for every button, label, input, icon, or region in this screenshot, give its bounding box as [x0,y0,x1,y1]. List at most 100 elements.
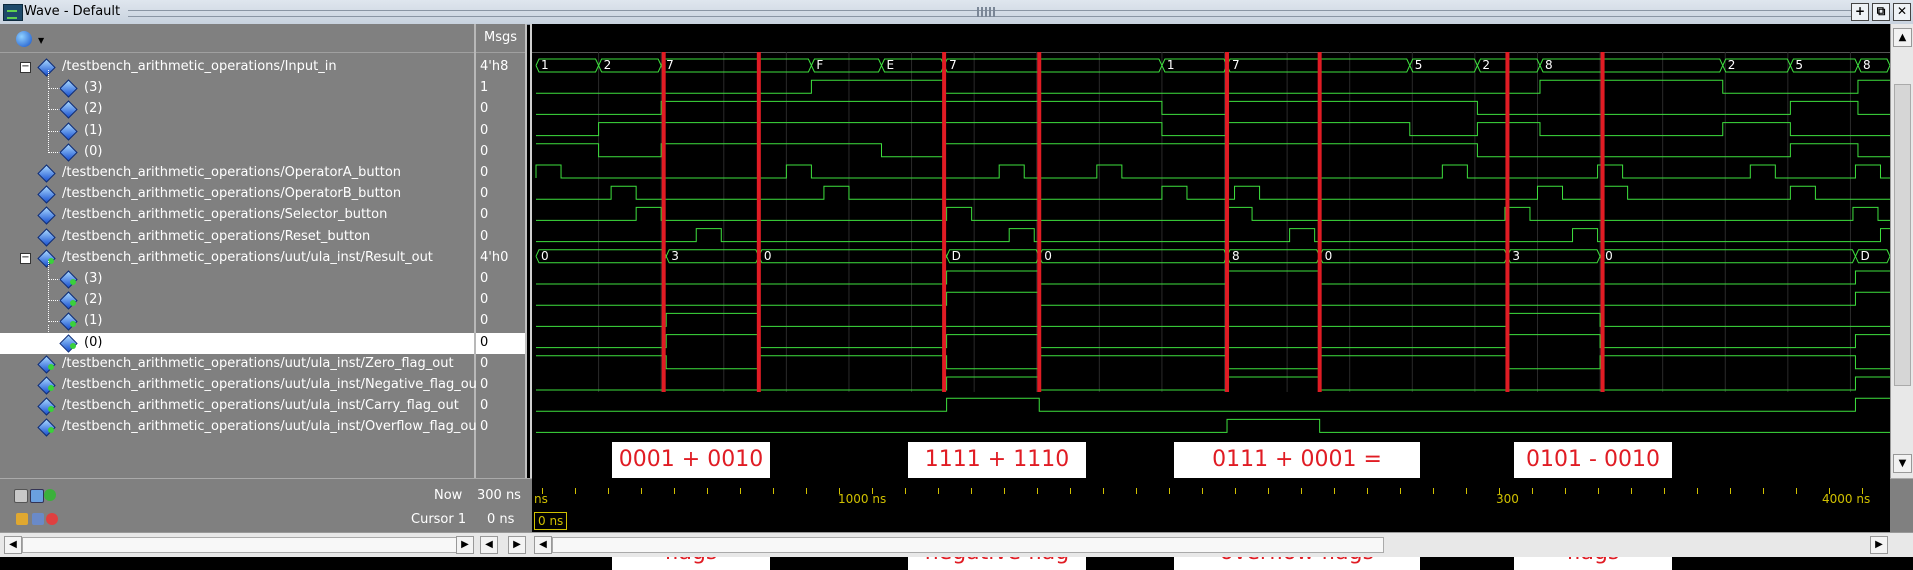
signal-row[interactable]: (2) [0,282,474,311]
collapse-icon[interactable]: − [20,62,31,73]
collapse-icon[interactable]: − [20,252,31,264]
names-scroll-left-icon[interactable]: ◀ [4,536,22,554]
result-out-bus-segment [535,249,667,264]
signal-name: /testbench_arithmetic_operations/Operato… [62,186,402,202]
values-scroll-left-icon[interactable]: ◀ [480,536,498,554]
axis-tick [1730,488,1731,494]
time-axis[interactable]: ns 1000 ns 300 4000 ns [532,478,1890,510]
signal-value-row[interactable]: 0 [476,184,525,205]
signal-row[interactable]: (0) [0,133,474,163]
signal-value-row[interactable]: 0 [476,269,525,290]
signal-diamond-icon [37,206,56,226]
signal-value: 0 [480,377,489,392]
signal-row[interactable]: /testbench_arithmetic_operations/Operato… [0,163,474,184]
tree-line [48,303,49,323]
signal-row[interactable]: − /testbench_arithmetic_operations/uut/ul… [0,248,474,269]
signal-value: 0 [480,143,489,159]
signal-row[interactable]: /testbench_arithmetic_operations/uut/ula… [0,396,474,417]
signal-row[interactable]: /testbench_arithmetic_operations/uut/ula… [0,354,474,375]
signal-row[interactable]: (2) [0,91,474,120]
signal-value-row[interactable]: 0 [476,121,525,142]
names-scroll-thumb[interactable] [22,537,470,553]
signal-diamond-icon [59,121,78,141]
axis-tick [1796,488,1797,494]
cursor-track[interactable]: 0 ns [532,510,1890,532]
tree-line [48,91,49,111]
axis-tick [608,488,609,494]
signal-value-row[interactable]: 1 [476,78,525,99]
close-icon[interactable]: ✕ [1893,3,1911,21]
signal-value-row[interactable]: 0 [476,332,525,354]
axis-tick [641,488,642,494]
signal-row[interactable]: (1) [0,303,474,332]
names-scroll-right-icon[interactable]: ▶ [456,536,474,554]
signal-value-row[interactable]: 0 [476,142,525,163]
tree-line [48,133,49,153]
result-out-bus-label: 0 [1325,249,1333,263]
horizontal-scrollbar[interactable]: ◀ ▶ ◀ ▶ ◀ ▶ [0,532,1913,557]
signal-name: (2) [84,292,103,308]
signal-row[interactable]: /testbench_arithmetic_operations/Selecto… [0,205,474,226]
result-bit-wave [536,334,1890,349]
signal-value: 0 [480,313,489,329]
vertical-scrollbar[interactable]: ▲ ▼ [1890,24,1913,478]
signal-value: 0 [480,186,489,202]
values-scroll-right-icon[interactable]: ▶ [508,536,526,554]
wave-scroll-thumb[interactable] [552,537,1384,553]
cursor-icon[interactable] [14,489,28,503]
signal-row[interactable]: (3) [0,70,474,99]
waveform-pane[interactable]: 127FE717528258030D08030D 0001 + 0010 =00… [530,24,1892,570]
cursor-1-label[interactable]: Cursor 1 [411,512,466,527]
input-in-bus-label: 5 [1795,58,1803,72]
signal-row[interactable]: (1) [0,112,474,142]
vertical-scroll-thumb[interactable] [1894,84,1911,386]
signal-tree-icon[interactable] [16,31,32,47]
signal-name: /testbench_arithmetic_operations/uut/ula… [62,398,459,414]
signal-value: 0 [480,355,489,371]
signal-row[interactable]: /testbench_arithmetic_operations/uut/ula… [0,375,482,396]
signal-value-row[interactable]: 0 [476,311,525,332]
signal-value-row[interactable]: 0 [476,290,525,311]
signal-row[interactable]: /testbench_arithmetic_operations/Reset_b… [0,227,474,248]
result-bit-wave [536,270,1890,285]
axis-tick [1862,488,1863,494]
signal-row[interactable]: /testbench_arithmetic_operations/Operato… [0,184,474,205]
signal-row[interactable]: (0) [0,324,474,354]
wave-app-icon [3,4,23,21]
cursor-1-marker[interactable]: 0 ns [534,512,568,530]
pencil-icon[interactable] [32,513,44,525]
lock-icon[interactable] [16,513,28,525]
signal-row[interactable]: − /testbench_arithmetic_operations/Input_… [0,57,474,78]
signal-value-row[interactable]: 0 [476,375,525,396]
wave-scroll-right-icon[interactable]: ▶ [1870,536,1888,554]
axis-tick [1202,488,1203,494]
scroll-down-icon[interactable]: ▼ [1893,454,1912,473]
scroll-up-icon[interactable]: ▲ [1893,28,1912,47]
signal-row[interactable]: /testbench_arithmetic_operations/uut/ula… [0,417,482,438]
result-out-bus-segment [758,249,948,264]
axis-tick [1631,488,1632,494]
result-out-bus-segment [1319,249,1508,264]
signal-value-row[interactable]: 0 [476,396,525,417]
signal-value-row[interactable]: 4'h8 [476,57,525,78]
drag-handle[interactable] [977,7,997,17]
undock-icon[interactable]: ⧉ [1872,3,1890,21]
signal-value-row[interactable]: 0 [476,354,525,375]
cursor-1-value: 0 ns [487,512,515,527]
signal-value-row[interactable]: 4'h0 [476,248,525,269]
signal-row[interactable]: (3) [0,261,474,290]
signal-value-row[interactable]: 0 [476,417,525,438]
signal-value-row[interactable]: 0 [476,163,525,184]
result-bit-wave [536,291,1890,306]
waveform-canvas[interactable]: 1 2 7 F E 7 1 7 5 2 8 2 5 8 0 3 0 D 0 8 0 3 0 D [532,52,1892,478]
signal-value-row[interactable]: 0 [476,227,525,248]
signal-value-row[interactable]: 0 [476,99,525,120]
wave-scroll-left-icon[interactable]: ◀ [534,536,552,554]
axis-tick [1598,488,1599,494]
add-icon[interactable]: + [1851,3,1869,21]
chevron-down-icon[interactable]: ▼ [38,36,44,45]
remove-cursor-icon[interactable] [46,513,58,525]
add-cursor-icon[interactable] [30,489,44,503]
signal-value-row[interactable]: 0 [476,205,525,226]
plus-cursor-icon[interactable] [44,489,56,501]
